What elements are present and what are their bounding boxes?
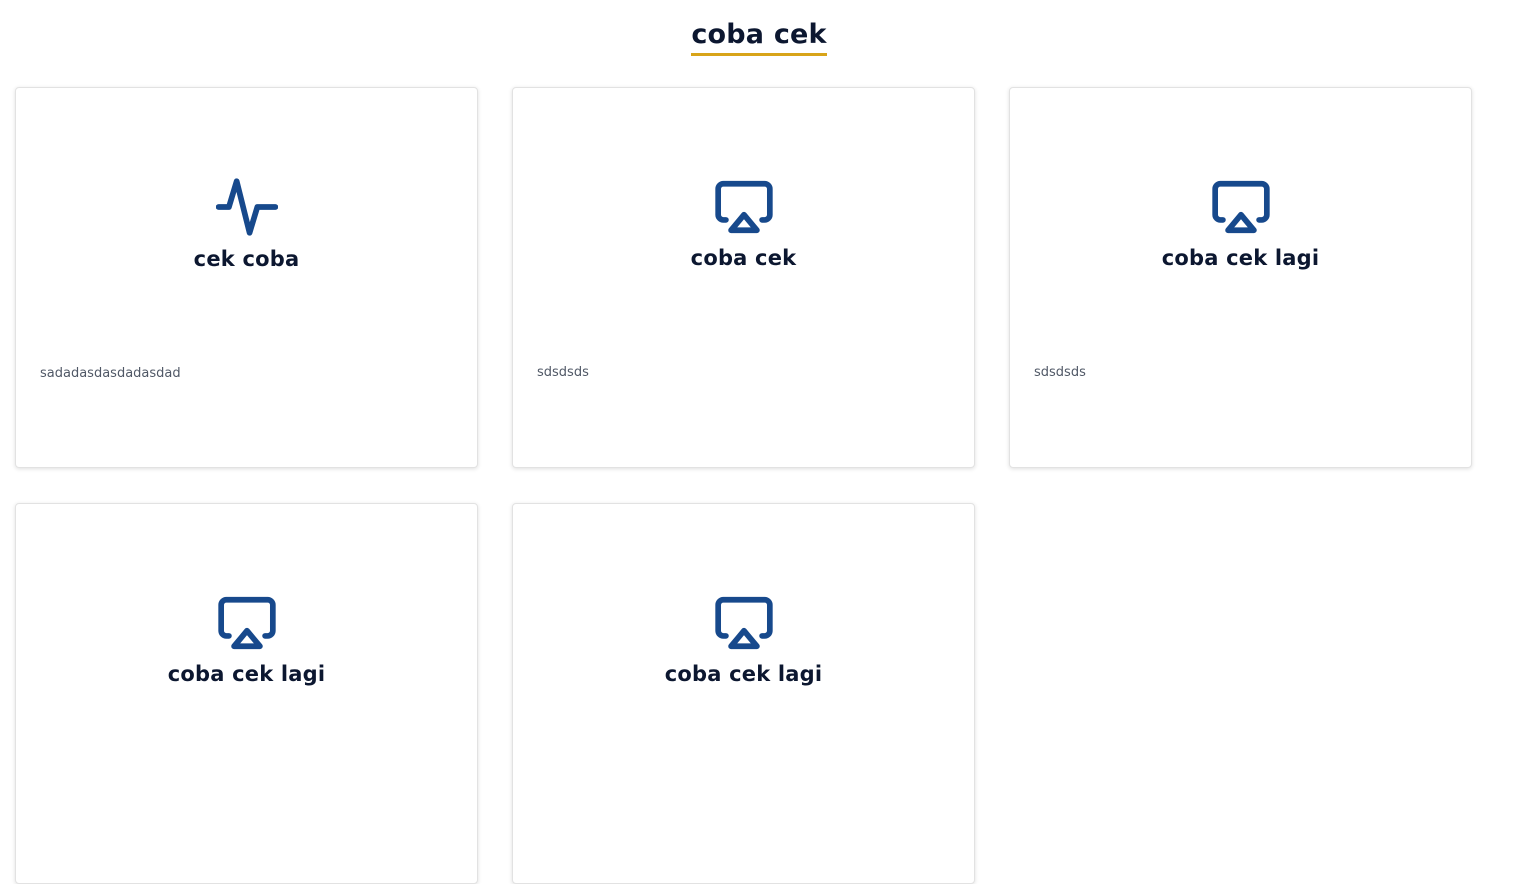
card-coba-cek[interactable]: coba cek sdsdsds — [512, 87, 975, 468]
card-coba-cek-lagi[interactable]: coba cek lagi — [512, 503, 975, 884]
airplay-icon — [1210, 176, 1272, 238]
card-title: coba cek — [690, 246, 797, 270]
card-title: cek coba — [193, 247, 300, 271]
page-header: coba cek — [0, 18, 1518, 56]
card-cek-coba[interactable]: cek coba sadadasdasdadasdad — [15, 87, 478, 468]
card-coba-cek-lagi[interactable]: coba cek lagi sdsdsds — [1009, 87, 1472, 468]
activity-icon — [215, 176, 278, 238]
airplay-icon — [713, 592, 775, 654]
card-description: sdsdsds — [537, 365, 589, 380]
card-title: coba cek lagi — [167, 662, 326, 686]
card-description: sadadasdasdadasdad — [40, 366, 181, 381]
airplay-icon — [216, 592, 278, 654]
card-coba-cek-lagi[interactable]: coba cek lagi — [15, 503, 478, 884]
card-title: coba cek lagi — [1161, 246, 1320, 270]
page-title: coba cek — [691, 18, 827, 56]
card-title: coba cek lagi — [664, 662, 823, 686]
card-description: sdsdsds — [1034, 365, 1086, 380]
airplay-icon — [713, 176, 775, 238]
